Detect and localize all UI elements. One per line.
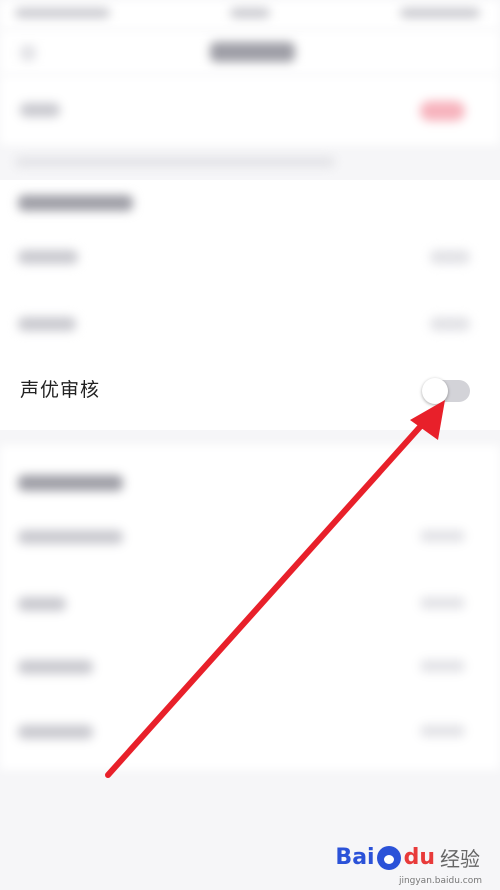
baidu-paw-icon [376, 845, 401, 870]
baidu-jingyan-watermark: Bai du 经验 [335, 845, 480, 871]
watermark-url: jingyan.baidu.com [398, 876, 482, 886]
annotation-arrow [105, 400, 445, 778]
arrow-shaft [105, 415, 431, 778]
